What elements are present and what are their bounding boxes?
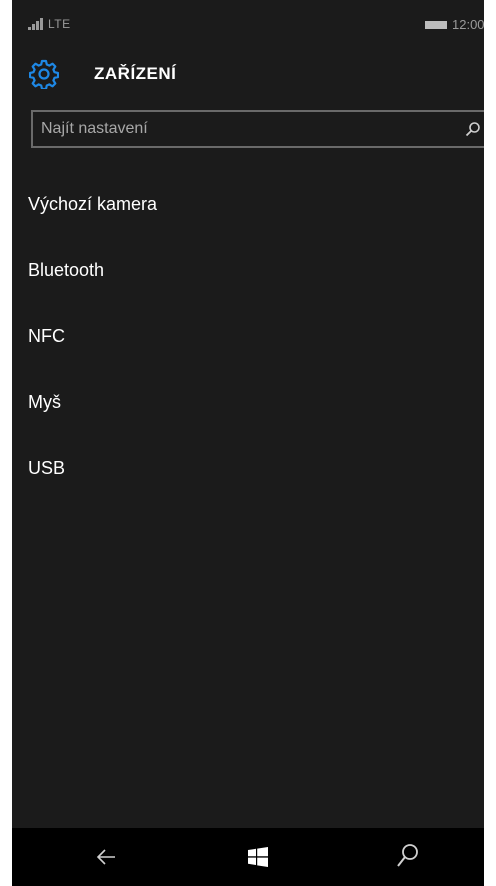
list-item-default-camera[interactable]: Výchozí kamera (28, 186, 468, 222)
list-item-nfc[interactable]: NFC (28, 318, 468, 354)
page-header: ZAŘÍZENÍ (12, 52, 484, 96)
page-title: ZAŘÍZENÍ (94, 64, 177, 83)
navigation-bar (12, 828, 484, 886)
phone-screen: LTE 12:00 ZAŘÍZENÍ Výchozí kamera Blueto… (12, 0, 484, 886)
battery-icon (425, 21, 447, 29)
search-icon[interactable] (396, 843, 420, 869)
gear-icon (29, 59, 59, 89)
search-box[interactable] (31, 110, 484, 148)
signal-bars-icon (28, 18, 43, 30)
status-time: 12:00 (452, 17, 484, 32)
network-type: LTE (48, 17, 71, 31)
windows-icon[interactable] (248, 847, 268, 867)
list-item-usb[interactable]: USB (28, 450, 468, 486)
status-bar: LTE 12:00 (12, 0, 484, 46)
search-icon[interactable] (465, 121, 481, 137)
list-item-bluetooth[interactable]: Bluetooth (28, 252, 468, 288)
back-arrow-icon[interactable] (94, 845, 118, 869)
search-input[interactable] (41, 112, 451, 146)
list-item-mouse[interactable]: Myš (28, 384, 468, 420)
